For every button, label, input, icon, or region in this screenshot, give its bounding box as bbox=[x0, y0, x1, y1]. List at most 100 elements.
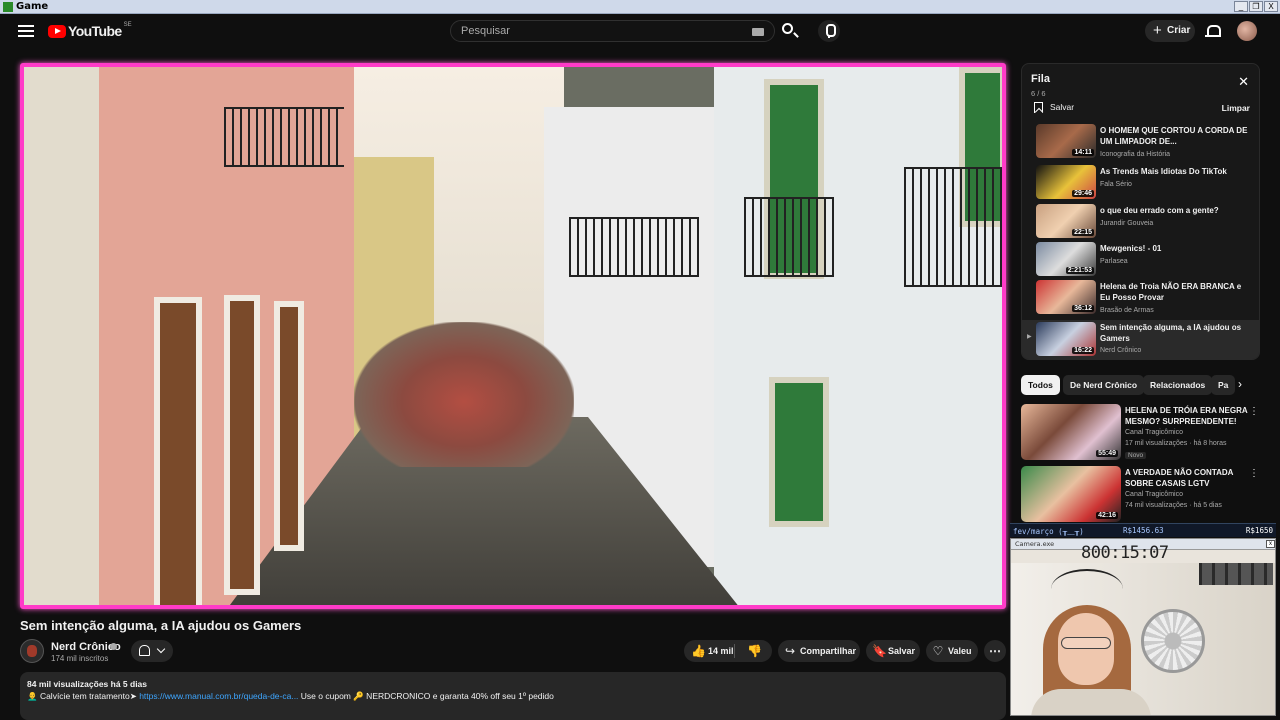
related-video[interactable]: 55:49 HELENA DE TRÓIA ERA NEGRA MESMO? S… bbox=[1021, 404, 1261, 462]
chip-related[interactable]: Relacionados bbox=[1143, 375, 1213, 395]
maximize-button[interactable]: ❐ bbox=[1249, 1, 1263, 12]
stream-timer: 800:15:07 bbox=[1081, 543, 1169, 563]
queue-item[interactable]: 14:11 O HOMEM QUE CORTOU A CORDA DE UM L… bbox=[1022, 124, 1259, 164]
queue-clear-button[interactable]: Limpar bbox=[1222, 103, 1250, 113]
goal-target: R$1650 bbox=[1245, 526, 1273, 535]
webcam-overlay: Camera.exe x 800:15:07 bbox=[1010, 538, 1276, 716]
account-avatar[interactable] bbox=[1237, 21, 1257, 41]
goal-bar: fev/março (╥﹏╥) R$1456.63 R$1650 bbox=[1010, 523, 1276, 537]
queue-item-title: O HOMEM QUE CORTOU A CORDA DE UM LIMPADO… bbox=[1100, 126, 1248, 146]
thumbs-down-icon[interactable]: 👎 bbox=[747, 645, 762, 657]
verified-icon bbox=[110, 643, 117, 650]
like-count[interactable]: 14 mil bbox=[708, 640, 734, 662]
queue-item-title: As Trends Mais Idiotas Do TikTok bbox=[1100, 167, 1227, 176]
youtube-logo[interactable]: YouTube SE bbox=[48, 22, 132, 39]
queue-thumbnail: 22:15 bbox=[1036, 204, 1096, 238]
bell-icon bbox=[139, 645, 150, 656]
subscription-bell-button[interactable] bbox=[131, 640, 173, 662]
duration-badge: 36:12 bbox=[1072, 305, 1094, 312]
queue-item-title: Sem intenção alguma, a IA ajudou os Game… bbox=[1100, 323, 1242, 343]
streamer-face bbox=[1058, 613, 1114, 685]
queue-item-channel: Parlasea bbox=[1100, 258, 1128, 265]
queue-item-channel: Brasão de Armas bbox=[1100, 307, 1154, 314]
window-controls: _ ❐ X bbox=[1234, 1, 1278, 12]
queue-thumbnail: 14:11 bbox=[1036, 124, 1096, 158]
duration-badge: 16:22 bbox=[1072, 347, 1094, 354]
minimize-button[interactable]: _ bbox=[1234, 1, 1248, 12]
description-link[interactable]: https://www.manual.com.br/queda-de-ca... bbox=[139, 691, 298, 701]
more-actions-button[interactable]: ⋯ bbox=[984, 640, 1006, 662]
channel-avatar[interactable] bbox=[20, 639, 44, 663]
duration-badge: 42:16 bbox=[1096, 512, 1118, 519]
bookmark-icon bbox=[1034, 102, 1043, 113]
related-title: A VERDADE NÃO CONTADA SOBRE CASAIS LGTV bbox=[1125, 468, 1234, 488]
search-button[interactable] bbox=[775, 20, 803, 42]
close-window-button[interactable]: X bbox=[1264, 1, 1278, 12]
filter-chips: Todos De Nerd Crônico Relacionados Pa bbox=[1021, 375, 1260, 395]
queue-save-button[interactable]: Salvar bbox=[1034, 102, 1075, 113]
new-badge: Novo bbox=[1125, 452, 1147, 459]
queue-thumbnail: 29:46 bbox=[1036, 165, 1096, 199]
queue-thumbnail: 16:22 bbox=[1036, 322, 1096, 356]
duration-badge: 14:11 bbox=[1072, 149, 1094, 156]
related-thumbnail: 42:16 bbox=[1021, 466, 1121, 522]
description-box[interactable]: 84 mil visualizações há 5 dias 👨‍🦲 Calví… bbox=[20, 672, 1006, 720]
chip-partial[interactable]: Pa bbox=[1211, 375, 1236, 395]
queue-item-channel: Nerd Crônico bbox=[1100, 347, 1142, 354]
queue-title: Fila bbox=[1031, 73, 1050, 85]
queue-item[interactable]: 36:12 Helena de Troia NÃO ERA BRANCA e E… bbox=[1022, 280, 1259, 320]
related-title: HELENA DE TRÓIA ERA NEGRA MESMO? SURPREE… bbox=[1125, 406, 1248, 426]
queue-count: 6 / 6 bbox=[1031, 89, 1046, 98]
related-thumbnail: 55:49 bbox=[1021, 404, 1121, 460]
related-channel: Canal Tragicômico bbox=[1125, 429, 1183, 436]
region-code: SE bbox=[123, 22, 132, 28]
description-suffix: Use o cupom 🔑 NERDCRONICO e garanta 40% … bbox=[300, 691, 554, 701]
subscriber-count: 174 mil inscritos bbox=[51, 654, 109, 663]
close-icon[interactable]: ✕ bbox=[1238, 75, 1249, 88]
share-icon: ↪ bbox=[784, 644, 796, 658]
create-label: Criar bbox=[1167, 25, 1191, 36]
more-vert-icon[interactable]: ⋮ bbox=[1249, 468, 1259, 479]
notifications-icon[interactable] bbox=[1204, 24, 1221, 40]
queue-save-label: Salvar bbox=[1050, 102, 1075, 112]
queue-item-title: o que deu errado com a gente? bbox=[1100, 206, 1219, 215]
keyboard-icon[interactable] bbox=[752, 28, 764, 36]
related-meta: 74 mil visualizações · há 5 dias bbox=[1125, 502, 1222, 509]
masthead: YouTube SE Pesquisar + Criar bbox=[0, 15, 1280, 55]
queue-item[interactable]: 29:46 As Trends Mais Idiotas Do TikTok F… bbox=[1022, 165, 1259, 205]
youtube-play-icon bbox=[48, 24, 66, 38]
plus-icon: + bbox=[1153, 22, 1162, 39]
chevron-right-icon[interactable]: › bbox=[1238, 377, 1242, 391]
voice-search-icon[interactable] bbox=[818, 20, 840, 42]
thanks-icon: ♡ bbox=[932, 644, 944, 658]
queue-item-channel: Iconografia da História bbox=[1100, 151, 1171, 158]
window-title: Game bbox=[16, 1, 49, 12]
chip-from-channel[interactable]: De Nerd Crônico bbox=[1063, 375, 1145, 395]
description-line: 👨‍🦲 Calvície tem tratamento➤ https://www… bbox=[27, 691, 554, 702]
app-icon bbox=[3, 2, 13, 12]
queue-item[interactable]: 2:21:53 Mewgenics! - 01 Parlasea bbox=[1022, 242, 1259, 282]
window-titlebar: Game _ ❐ X bbox=[0, 0, 1280, 14]
logo-text: YouTube bbox=[68, 23, 122, 39]
save-button[interactable]: 🔖 Salvar bbox=[866, 640, 920, 662]
more-vert-icon[interactable]: ⋮ bbox=[1249, 406, 1259, 417]
queue-item-current[interactable]: ▶ 16:22 Sem intenção alguma, a IA ajudou… bbox=[1022, 320, 1259, 359]
menu-icon[interactable] bbox=[18, 25, 34, 39]
related-channel: Canal Tragicômico bbox=[1125, 491, 1183, 498]
close-icon[interactable]: x bbox=[1266, 540, 1275, 548]
duration-badge: 22:15 bbox=[1072, 229, 1094, 236]
thanks-button[interactable]: ♡ Valeu bbox=[926, 640, 978, 662]
search-input[interactable]: Pesquisar bbox=[450, 20, 775, 42]
queue-panel: Fila 6 / 6 ✕ Salvar Limpar 14:11 O HOMEM… bbox=[1021, 63, 1260, 360]
thanks-label: Valeu bbox=[948, 646, 972, 656]
thumbs-up-icon[interactable]: 👍 bbox=[691, 645, 706, 657]
create-button[interactable]: + Criar bbox=[1145, 20, 1195, 42]
search-placeholder: Pesquisar bbox=[461, 25, 510, 37]
description-prefix: 👨‍🦲 Calvície tem tratamento➤ bbox=[27, 691, 137, 701]
chevron-down-icon bbox=[156, 644, 166, 654]
chip-all[interactable]: Todos bbox=[1021, 375, 1060, 395]
related-video[interactable]: 42:16 A VERDADE NÃO CONTADA SOBRE CASAIS… bbox=[1021, 466, 1261, 524]
share-button[interactable]: ↪ Compartilhar bbox=[778, 640, 860, 662]
video-player[interactable] bbox=[20, 63, 1006, 609]
queue-item[interactable]: 22:15 o que deu errado com a gente? Jura… bbox=[1022, 204, 1259, 244]
